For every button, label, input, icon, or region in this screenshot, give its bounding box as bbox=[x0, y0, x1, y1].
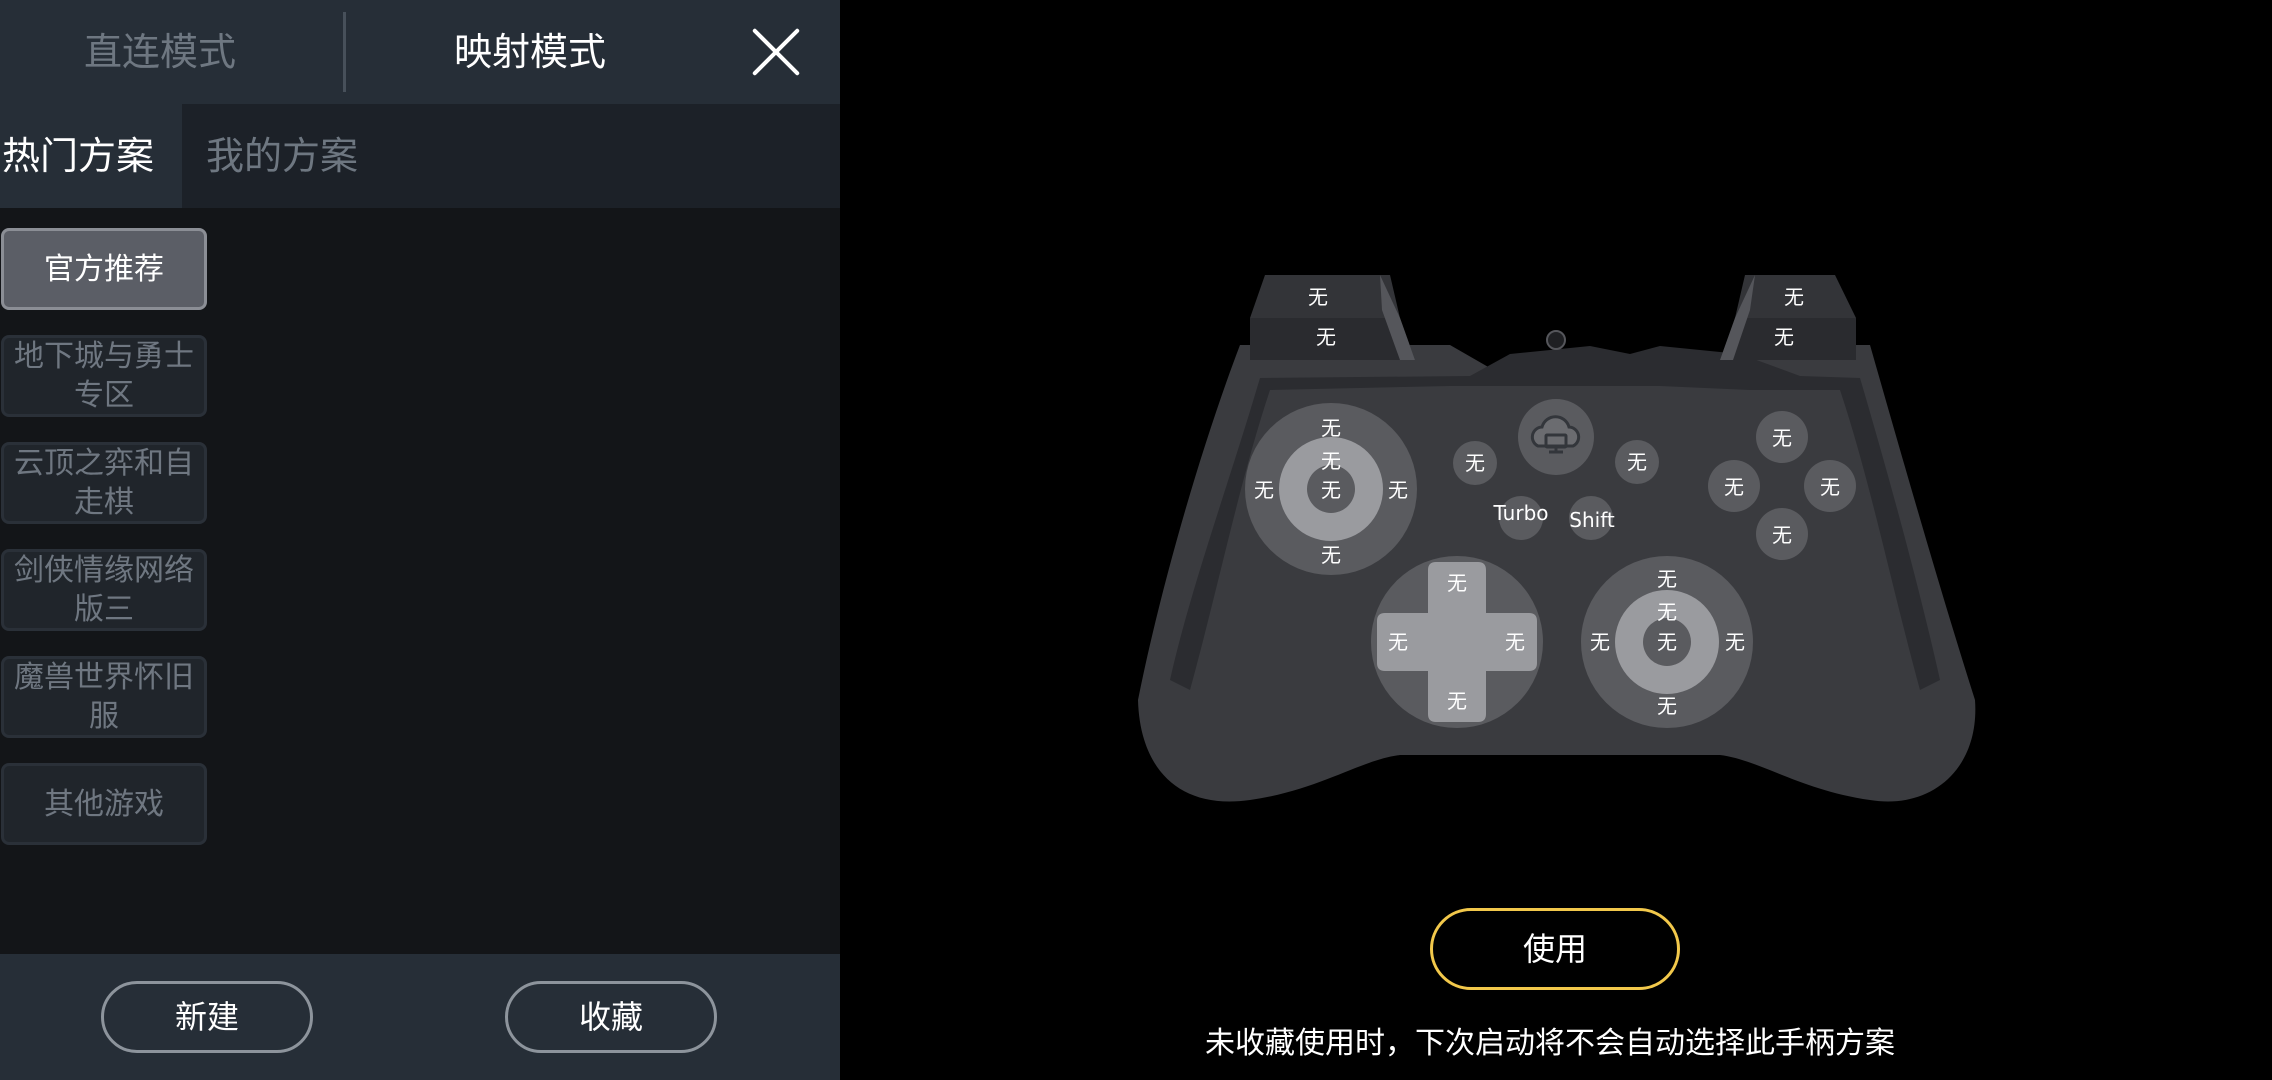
dpad-right-label: 无 bbox=[1505, 630, 1525, 654]
use-button[interactable]: 使用 bbox=[1430, 908, 1680, 990]
left-stick-center-label: 无 bbox=[1321, 478, 1341, 502]
category-tft[interactable]: 云顶之弈和自走棋 bbox=[1, 442, 207, 524]
turbo-label: Turbo bbox=[1492, 501, 1548, 525]
gamepad-diagram: 无 无 无 无 无 无 无 无 无 无 无 无 Turbo Shift 无 无 … bbox=[1138, 275, 1976, 802]
right-stick-down-label: 无 bbox=[1657, 694, 1677, 718]
category-jx3[interactable]: 剑侠情缘网络版三 bbox=[1, 549, 207, 631]
left-stick-up-label: 无 bbox=[1321, 416, 1341, 440]
bottom-bar: 新建 收藏 bbox=[0, 954, 840, 1080]
rt-label: 无 bbox=[1784, 285, 1804, 309]
rb-label: 无 bbox=[1774, 325, 1794, 349]
category-dnf[interactable]: 地下城与勇士专区 bbox=[1, 335, 207, 417]
category-official[interactable]: 官方推荐 bbox=[1, 228, 207, 310]
lb-label: 无 bbox=[1316, 325, 1336, 349]
right-stick-center-label: 无 bbox=[1657, 630, 1677, 654]
category-other-games[interactable]: 其他游戏 bbox=[1, 763, 207, 845]
right-stick-right-label: 无 bbox=[1725, 630, 1745, 654]
face-button-top-label: 无 bbox=[1772, 426, 1792, 450]
lt-label: 无 bbox=[1308, 285, 1328, 309]
left-stick-press-label: 无 bbox=[1321, 449, 1341, 473]
tab-mapping-mode[interactable]: 映射模式 bbox=[350, 0, 710, 104]
category-wow-classic[interactable]: 魔兽世界怀旧服 bbox=[1, 656, 207, 738]
mode-header: 直连模式 映射模式 bbox=[0, 0, 840, 104]
left-stick-left-label: 无 bbox=[1254, 478, 1274, 502]
left-stick-right-label: 无 bbox=[1388, 478, 1408, 502]
face-button-right-label: 无 bbox=[1820, 475, 1840, 499]
tab-my-plans[interactable]: 我的方案 bbox=[206, 104, 358, 208]
new-button[interactable]: 新建 bbox=[101, 981, 313, 1053]
right-stick-left-label: 无 bbox=[1590, 630, 1610, 654]
face-button-left-label: 无 bbox=[1724, 475, 1744, 499]
face-button-bottom-label: 无 bbox=[1772, 523, 1792, 547]
favorite-button[interactable]: 收藏 bbox=[505, 981, 717, 1053]
headphone-port bbox=[1546, 330, 1566, 350]
back-button-label: 无 bbox=[1465, 451, 1485, 475]
dpad-left-label: 无 bbox=[1388, 630, 1408, 654]
right-stick-press-label: 无 bbox=[1657, 600, 1677, 624]
right-stick-up-label: 无 bbox=[1657, 567, 1677, 591]
start-button-label: 无 bbox=[1627, 450, 1647, 474]
left-stick-down-label: 无 bbox=[1321, 543, 1341, 567]
mode-divider bbox=[343, 12, 346, 92]
dpad-down-label: 无 bbox=[1447, 689, 1467, 713]
hint-text: 未收藏使用时，下次启动将不会自动选择此手柄方案 bbox=[1205, 1026, 1895, 1061]
dpad-up-label: 无 bbox=[1447, 571, 1467, 595]
shift-label: Shift bbox=[1569, 508, 1615, 532]
tab-hot-plans[interactable]: 热门方案 bbox=[0, 104, 182, 208]
plan-tabs: 热门方案 我的方案 bbox=[0, 104, 840, 208]
tab-direct-mode[interactable]: 直连模式 bbox=[0, 0, 320, 104]
close-icon[interactable] bbox=[748, 24, 804, 80]
left-panel: 直连模式 映射模式 热门方案 我的方案 官方推荐 地下城与勇士专区 云顶之弈和自… bbox=[0, 0, 840, 1080]
